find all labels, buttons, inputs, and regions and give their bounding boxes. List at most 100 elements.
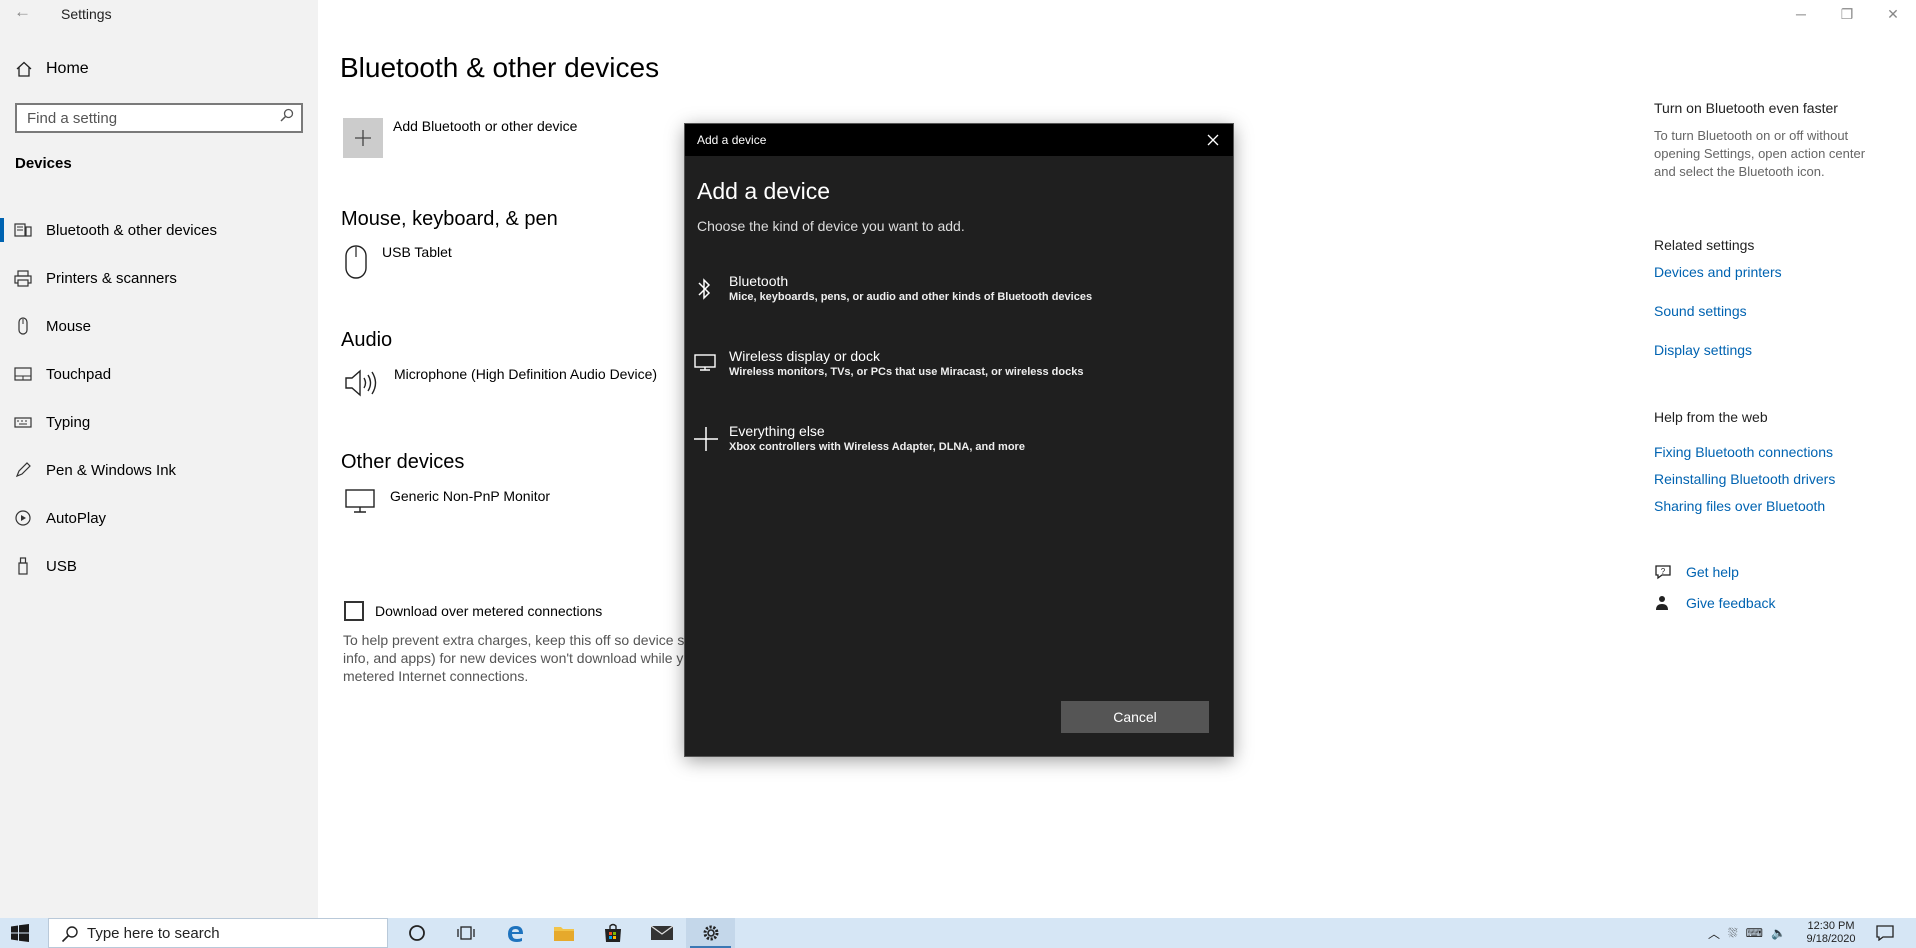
option-wireless-display[interactable]: Wireless display or dock Wireless monito… [685, 339, 1233, 399]
usb-icon [18, 557, 28, 575]
metered-description: To help prevent extra charges, keep this… [343, 632, 692, 684]
group-title-other: Other devices [341, 451, 465, 473]
sidebar-item-printers[interactable]: Printers & scanners [0, 254, 318, 302]
taskbar-clock[interactable]: 12:30 PM 9/18/2020 [1796, 920, 1866, 946]
metered-checkbox[interactable] [344, 601, 364, 621]
give-feedback-link[interactable]: Give feedback [1654, 595, 1776, 611]
search-icon [61, 926, 78, 943]
dialog-title: Add a device [697, 178, 830, 204]
sidebar-item-label: Mouse [46, 317, 92, 335]
link-sound-settings[interactable]: Sound settings [1654, 303, 1747, 319]
related-settings-title: Related settings [1654, 237, 1755, 253]
option-desc: Xbox controllers with Wireless Adapter, … [729, 441, 1025, 453]
taskbar-search-box[interactable]: Type here to search [48, 918, 388, 948]
taskbar-search-placeholder: Type here to search [87, 924, 220, 942]
window-controls: ─ ❐ ✕ [1778, 0, 1916, 28]
home-nav-item[interactable]: Home [16, 60, 89, 78]
sidebar-item-pen[interactable]: Pen & Windows Ink [0, 446, 318, 494]
sidebar-item-label: Printers & scanners [46, 269, 177, 287]
give-feedback-label: Give feedback [1686, 595, 1776, 611]
get-help-link[interactable]: ? Get help [1654, 564, 1739, 580]
bluetooth-devices-icon [14, 223, 32, 237]
mouse-icon [345, 245, 367, 279]
file-explorer-icon[interactable] [539, 918, 588, 948]
cortana-icon[interactable] [392, 918, 441, 948]
option-everything-else[interactable]: Everything else Xbox controllers with Wi… [685, 414, 1233, 474]
minimize-icon[interactable]: ─ [1778, 0, 1824, 28]
search-icon[interactable] [280, 108, 294, 122]
mail-icon[interactable] [637, 918, 686, 948]
plus-icon [694, 427, 718, 451]
edge-icon[interactable] [490, 918, 539, 948]
sidebar-item-mouse[interactable]: Mouse [0, 302, 318, 350]
dialog-subtitle: Choose the kind of device you want to ad… [697, 218, 965, 234]
windows-start-icon[interactable] [11, 924, 29, 942]
settings-sidebar: ← Settings Home Devices Bluetooth & othe… [0, 0, 318, 918]
metered-toggle[interactable]: Download over metered connections [344, 601, 602, 621]
link-fixing-bluetooth[interactable]: Fixing Bluetooth connections [1654, 444, 1833, 460]
network-icon[interactable]: ⌨ [1746, 926, 1763, 940]
help-web-title: Help from the web [1654, 409, 1768, 425]
store-icon[interactable] [588, 918, 637, 948]
add-device-label[interactable]: Add Bluetooth or other device [393, 118, 577, 134]
option-desc: Wireless monitors, TVs, or PCs that use … [729, 366, 1084, 378]
cancel-button[interactable]: Cancel [1061, 701, 1209, 733]
system-tray: ︿ ⛆ ⌨ 🔈 [1708, 918, 1786, 948]
dialog-bar-title: Add a device [697, 133, 767, 147]
link-display-settings[interactable]: Display settings [1654, 342, 1752, 358]
sidebar-item-touchpad[interactable]: Touchpad [0, 350, 318, 398]
display-icon [694, 354, 716, 371]
mouse-icon [18, 317, 28, 335]
settings-icon[interactable] [686, 918, 735, 948]
sidebar-item-label: Touchpad [46, 365, 112, 383]
taskbar: Type here to search ︿ ⛆ ⌨ 🔈 12:30 PM 9/1… [0, 918, 1916, 948]
autoplay-icon [15, 510, 31, 526]
speaker-icon [345, 369, 377, 397]
sidebar-nav: Bluetooth & other devices Printers & sca… [0, 206, 318, 590]
taskbar-apps [392, 918, 735, 948]
group-title-input: Mouse, keyboard, & pen [341, 208, 558, 230]
device-item-monitor[interactable]: Generic Non-PnP Monitor [344, 488, 550, 514]
sidebar-item-label: Typing [46, 413, 91, 431]
dialog-titlebar: Add a device [685, 124, 1233, 156]
device-item-microphone[interactable]: Microphone (High Definition Audio Device… [344, 366, 657, 400]
link-sharing-files[interactable]: Sharing files over Bluetooth [1654, 498, 1825, 514]
sidebar-item-autoplay[interactable]: AutoPlay [0, 494, 318, 542]
sidebar-item-usb[interactable]: USB [0, 542, 318, 590]
option-bluetooth[interactable]: Bluetooth Mice, keyboards, pens, or audi… [685, 264, 1233, 324]
section-title-devices: Devices [15, 155, 72, 172]
notification-icon[interactable] [1876, 925, 1894, 941]
find-setting-input[interactable] [15, 103, 303, 133]
sidebar-item-typing[interactable]: Typing [0, 398, 318, 446]
group-title-audio: Audio [341, 329, 393, 351]
option-desc: Mice, keyboards, pens, or audio and othe… [729, 291, 1093, 303]
sidebar-item-bluetooth[interactable]: Bluetooth & other devices [0, 206, 318, 254]
sidebar-item-label: Pen & Windows Ink [46, 461, 177, 479]
plus-icon [355, 130, 371, 146]
device-item-usb-tablet[interactable]: USB Tablet [344, 244, 452, 280]
add-device-dialog: Add a device Add a device Choose the kin… [685, 124, 1233, 756]
people-icon[interactable]: ⛆ [1728, 926, 1738, 941]
keyboard-icon [14, 417, 32, 428]
close-window-icon[interactable]: ✕ [1870, 0, 1916, 28]
device-name: Microphone (High Definition Audio Device… [394, 366, 658, 382]
clock-time: 12:30 PM [1807, 920, 1855, 932]
add-device-button[interactable] [343, 118, 383, 158]
get-help-label: Get help [1686, 564, 1739, 580]
chevron-up-icon[interactable]: ︿ [1708, 925, 1720, 942]
close-icon[interactable] [1205, 132, 1221, 148]
sidebar-item-label: Bluetooth & other devices [46, 221, 217, 239]
option-name: Everything else [729, 423, 825, 439]
device-name: USB Tablet [382, 244, 452, 260]
link-devices-printers[interactable]: Devices and printers [1654, 264, 1782, 280]
metered-label: Download over metered connections [375, 603, 603, 619]
sidebar-item-label: USB [46, 557, 77, 575]
option-name: Wireless display or dock [729, 348, 880, 364]
back-arrow-icon[interactable]: ← [14, 2, 31, 22]
link-reinstalling-drivers[interactable]: Reinstalling Bluetooth drivers [1654, 471, 1835, 487]
volume-icon[interactable]: 🔈 [1771, 926, 1786, 940]
task-view-icon[interactable] [441, 918, 490, 948]
faster-title: Turn on Bluetooth even faster [1654, 100, 1838, 116]
faster-desc: To turn Bluetooth on or off without open… [1654, 128, 1866, 179]
restore-icon[interactable]: ❐ [1824, 0, 1870, 28]
